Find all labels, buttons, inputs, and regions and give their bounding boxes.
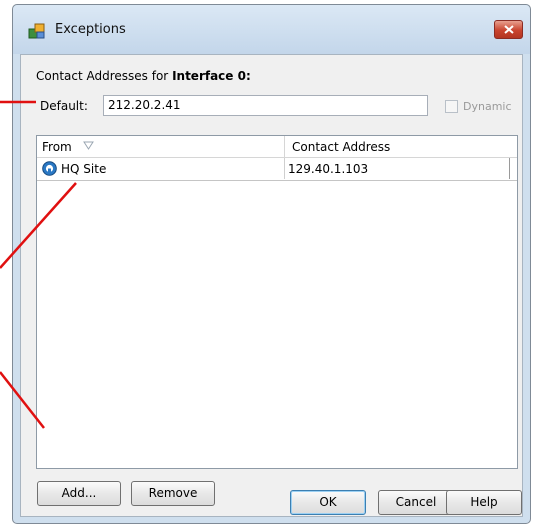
dynamic-checkbox[interactable] xyxy=(445,100,458,113)
table-row[interactable]: HQ Site 129.40.1.103 xyxy=(37,158,517,181)
default-address-field[interactable]: 212.20.2.41 xyxy=(103,95,428,116)
column-contact-label: Contact Address xyxy=(292,140,391,154)
title-bar[interactable]: Exceptions xyxy=(13,5,530,54)
column-header-from[interactable]: From xyxy=(37,136,285,157)
help-button[interactable]: Help xyxy=(446,490,522,515)
cell-from[interactable]: HQ Site xyxy=(37,158,285,179)
close-icon xyxy=(504,25,514,34)
dynamic-label: Dynamic xyxy=(463,100,512,113)
network-elements-icon xyxy=(28,23,45,39)
heading-prefix: Contact Addresses for xyxy=(36,69,173,83)
column-from-label: From xyxy=(42,140,72,154)
contact-address-value: 129.40.1.103 xyxy=(288,162,369,176)
cell-contact-address[interactable]: 129.40.1.103 xyxy=(285,158,510,179)
close-button[interactable] xyxy=(494,20,523,39)
interface-name: Interface 0: xyxy=(172,69,251,83)
exceptions-table: From Contact Address HQ Site 129.40.1.10… xyxy=(36,135,518,469)
dialog-content: Contact Addresses for Interface 0: Defau… xyxy=(20,54,523,517)
contact-addresses-heading: Contact Addresses for Interface 0: xyxy=(36,69,251,83)
site-name: HQ Site xyxy=(61,162,107,176)
table-header: From Contact Address xyxy=(37,136,517,158)
window-title: Exceptions xyxy=(55,22,126,37)
cancel-button[interactable]: Cancel xyxy=(378,490,454,515)
default-label: Default: xyxy=(40,99,88,113)
site-icon xyxy=(42,161,57,176)
add-button[interactable]: Add... xyxy=(37,481,121,506)
ok-button[interactable]: OK xyxy=(290,490,366,515)
column-header-contact-address[interactable]: Contact Address xyxy=(285,136,518,157)
sort-descending-icon xyxy=(83,141,94,150)
remove-button[interactable]: Remove xyxy=(131,481,215,506)
exceptions-dialog: Exceptions Contact Addresses for Interfa… xyxy=(12,4,531,524)
